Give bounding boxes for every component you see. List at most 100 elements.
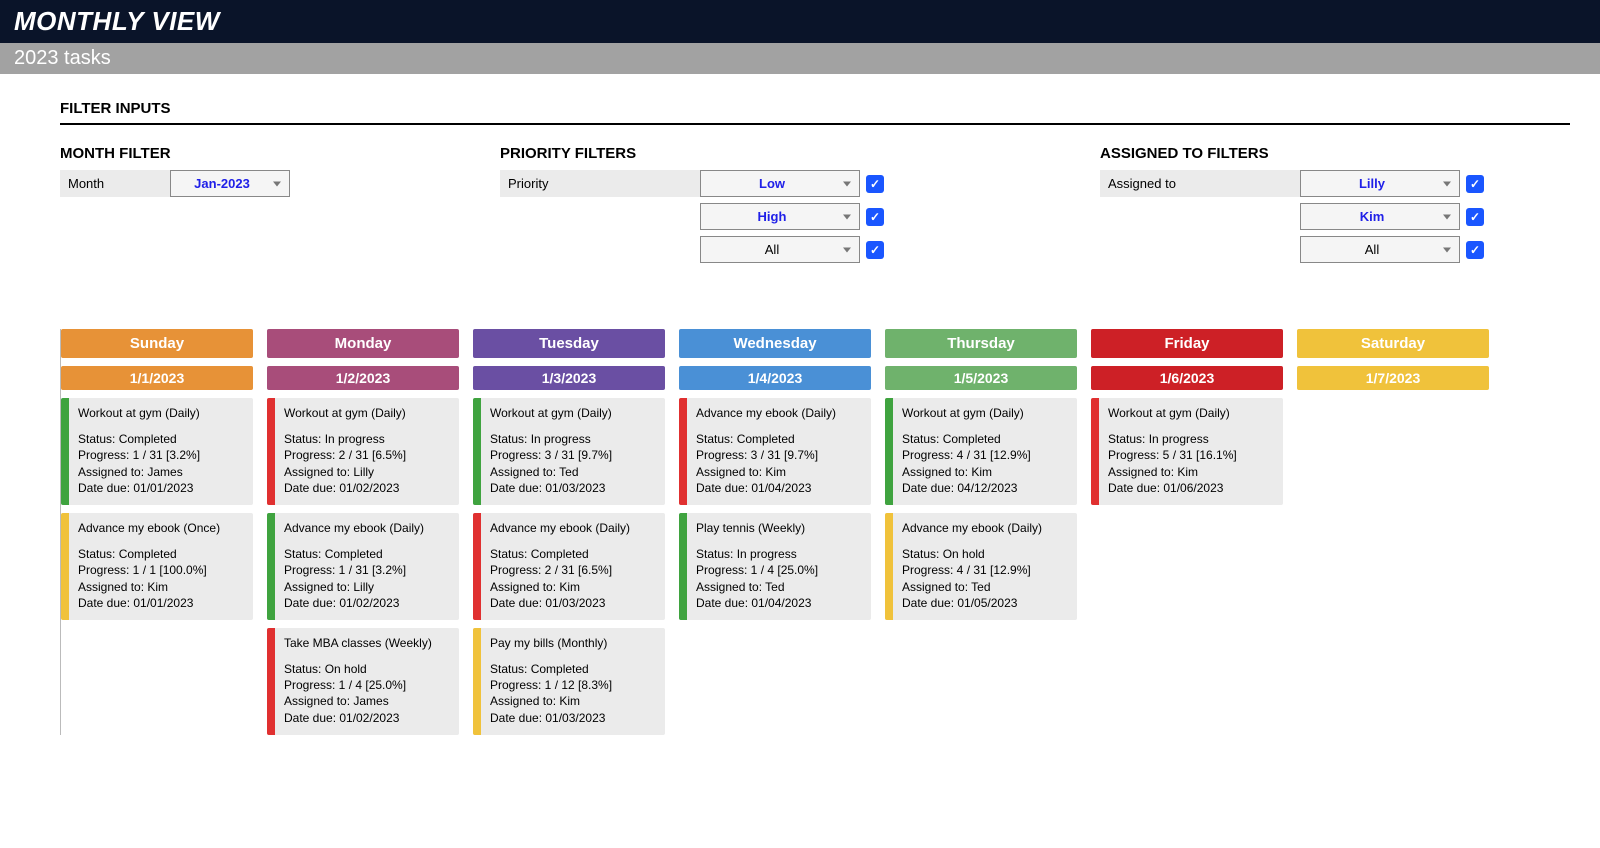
task-progress: Progress: 3 / 31 [9.7%] (490, 447, 612, 463)
day-date: 1/1/2023 (61, 366, 253, 390)
task-priority-stripe (679, 513, 687, 620)
task-status: Status: Completed (284, 546, 424, 562)
task-status: Status: Completed (78, 431, 200, 447)
task-card[interactable]: Workout at gym (Daily) Status: In progres… (267, 398, 459, 505)
day-column-friday: Friday1/6/2023Workout at gym (Daily)Stat… (1091, 329, 1283, 505)
filters-row: MONTH FILTER Month Jan-2023 PRIORITY FIL… (60, 145, 1570, 269)
task-card[interactable]: Play tennis (Weekly)Status: In progressP… (679, 513, 871, 620)
task-assigned: Assigned to: Ted (490, 464, 612, 480)
task-status: Status: On hold (284, 661, 432, 677)
assigned-select-all[interactable]: All (1300, 236, 1460, 263)
assigned-filter-title: ASSIGNED TO FILTERS (1100, 145, 1570, 162)
day-date: 1/6/2023 (1091, 366, 1283, 390)
task-card[interactable]: Workout at gym (Daily)Status: CompletedP… (61, 398, 253, 505)
task-title: Workout at gym (Daily) (490, 405, 612, 421)
task-progress: Progress: 2 / 31 [6.5%] (284, 447, 406, 463)
task-title: Advance my ebook (Daily) (902, 520, 1042, 536)
priority-select-high[interactable]: High (700, 203, 860, 230)
task-priority-stripe (885, 513, 893, 620)
day-name: Sunday (61, 329, 253, 358)
task-status: Status: In progress (284, 431, 406, 447)
task-progress: Progress: 4 / 31 [12.9%] (902, 447, 1031, 463)
day-column-tuesday: Tuesday1/3/2023Workout at gym (Daily)Sta… (473, 329, 665, 735)
task-assigned: Assigned to: Lilly (284, 464, 406, 480)
task-title: Advance my ebook (Daily) (696, 405, 836, 421)
task-card[interactable]: Workout at gym (Daily) Status: CompletedP… (885, 398, 1077, 505)
month-filter-label: Month (60, 170, 170, 197)
task-title: Advance my ebook (Daily) (490, 520, 630, 536)
day-date: 1/4/2023 (679, 366, 871, 390)
task-assigned: Assigned to: Lilly (284, 579, 424, 595)
task-priority-stripe (267, 628, 275, 735)
task-status: Status: Completed (490, 546, 630, 562)
task-status: Status: Completed (902, 431, 1031, 447)
task-card[interactable]: Advance my ebook (Once) Status: Completed… (61, 513, 253, 620)
task-card[interactable]: Workout at gym (Daily)Status: In progres… (1091, 398, 1283, 505)
assigned-checkbox-kim[interactable]: ✓ (1466, 208, 1484, 226)
calendar-week: Sunday 1/1/2023 Workout at gym (Daily) Stat… (60, 329, 1570, 735)
day-date: 1/5/2023 (885, 366, 1077, 390)
priority-checkbox-high[interactable]: ✓ (866, 208, 884, 226)
task-status: Status: In progress (696, 546, 818, 562)
day-name: Monday (267, 329, 459, 358)
task-body: Advance my ebook (Daily) Status: Complete… (687, 398, 845, 505)
task-body: Workout at gym (Daily)Status: CompletedP… (69, 398, 209, 505)
assigned-select-lilly[interactable]: Lilly (1300, 170, 1460, 197)
task-body: Workout at gym (Daily) Status: CompletedP… (893, 398, 1040, 505)
priority-label: Priority (500, 170, 700, 197)
task-title: Take MBA classes (Weekly) (284, 635, 432, 651)
task-due: Date due: 01/04/2023 (696, 595, 818, 611)
task-priority-stripe (473, 398, 481, 505)
assigned-select-kim[interactable]: Kim (1300, 203, 1460, 230)
task-progress: Progress: 1 / 31 [3.2%] (78, 447, 200, 463)
task-due: Date due: 04/12/2023 (902, 480, 1031, 496)
task-card[interactable]: Advance my ebook (Daily) Status: Complete… (679, 398, 871, 505)
task-body: Play tennis (Weekly)Status: In progressP… (687, 513, 827, 620)
priority-select-all[interactable]: All (700, 236, 860, 263)
task-title: Workout at gym (Daily) (1108, 405, 1237, 421)
day-column-sunday: Sunday 1/1/2023 Workout at gym (Daily)Stat… (61, 329, 253, 620)
task-priority-stripe (267, 398, 275, 505)
task-card[interactable]: Advance my ebook (Daily)Status: On holdP… (885, 513, 1077, 620)
task-priority-stripe (1091, 398, 1099, 505)
task-title: Play tennis (Weekly) (696, 520, 818, 536)
task-body: Advance my ebook (Daily) Status: Complete… (481, 513, 639, 620)
task-title: Advance my ebook (Once) (78, 520, 220, 536)
task-title: Pay my bills (Monthly) (490, 635, 612, 651)
task-assigned: Assigned to: Kim (490, 579, 630, 595)
task-status: Status: Completed (696, 431, 836, 447)
task-card[interactable]: Take MBA classes (Weekly) Status: On hold… (267, 628, 459, 735)
month-select[interactable]: Jan-2023 (170, 170, 290, 197)
task-card[interactable]: Workout at gym (Daily) Status: In progres… (473, 398, 665, 505)
filter-section-title: FILTER INPUTS (60, 100, 1570, 125)
task-progress: Progress: 1 / 4 [25.0%] (284, 677, 432, 693)
task-status: Status: Completed (490, 661, 612, 677)
task-status: Status: In progress (490, 431, 612, 447)
task-title: Workout at gym (Daily) (284, 405, 406, 421)
task-assigned: Assigned to: Kim (1108, 464, 1237, 480)
task-card[interactable]: Advance my ebook (Daily)Status: Complete… (267, 513, 459, 620)
task-card[interactable]: Advance my ebook (Daily) Status: Complete… (473, 513, 665, 620)
day-name: Tuesday (473, 329, 665, 358)
task-title: Workout at gym (Daily) (902, 405, 1031, 421)
task-priority-stripe (267, 513, 275, 620)
task-progress: Progress: 1 / 1 [100.0%] (78, 562, 220, 578)
task-card[interactable]: Pay my bills (Monthly)Status: CompletedP… (473, 628, 665, 735)
assigned-checkbox-lilly[interactable]: ✓ (1466, 175, 1484, 193)
day-date: 1/7/2023 (1297, 366, 1489, 390)
assigned-filter-group: ASSIGNED TO FILTERS Assigned toLilly✓Kim… (1100, 145, 1570, 269)
priority-checkbox-all[interactable]: ✓ (866, 241, 884, 259)
task-due: Date due: 01/02/2023 (284, 595, 424, 611)
priority-checkbox-low[interactable]: ✓ (866, 175, 884, 193)
page-subtitle: 2023 tasks (0, 43, 1600, 74)
task-due: Date due: 01/02/2023 (284, 480, 406, 496)
task-body: Advance my ebook (Once) Status: Completed… (69, 513, 229, 620)
day-date: 1/2/2023 (267, 366, 459, 390)
assigned-checkbox-all[interactable]: ✓ (1466, 241, 1484, 259)
task-assigned: Assigned to: Kim (490, 693, 612, 709)
task-due: Date due: 01/01/2023 (78, 595, 220, 611)
priority-select-low[interactable]: Low (700, 170, 860, 197)
task-body: Workout at gym (Daily) Status: In progres… (481, 398, 621, 505)
task-due: Date due: 01/03/2023 (490, 710, 612, 726)
task-status: Status: Completed (78, 546, 220, 562)
